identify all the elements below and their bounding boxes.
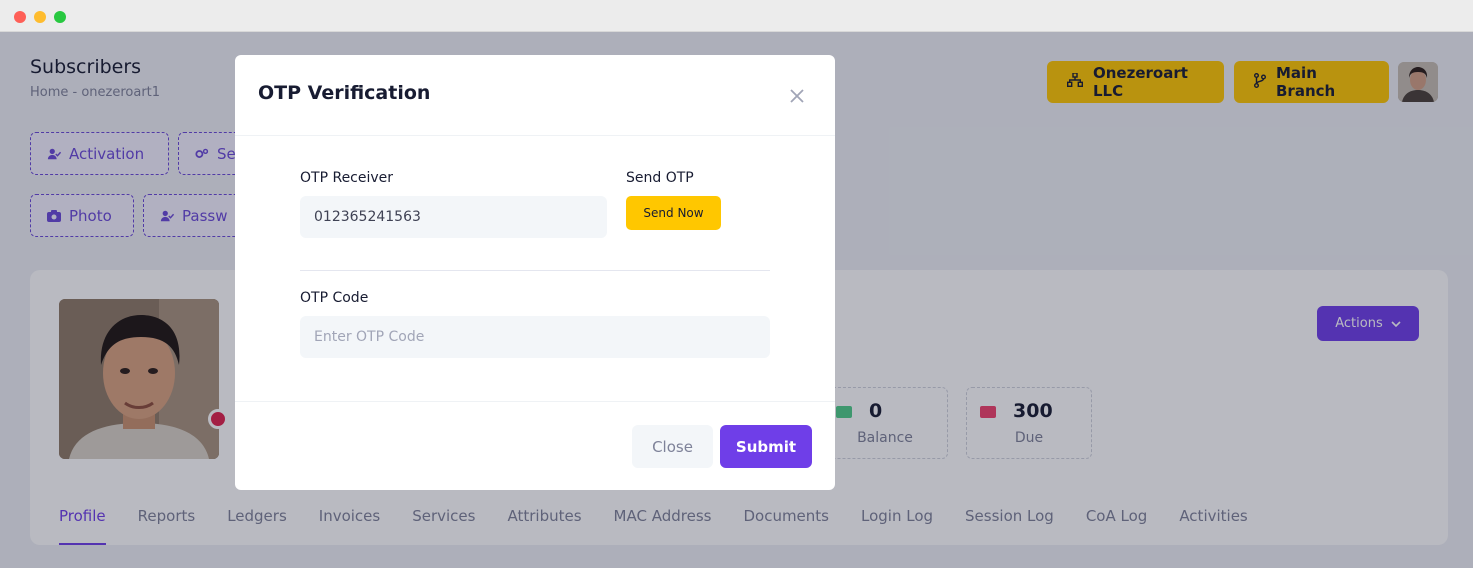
window-maximize-dot[interactable] bbox=[54, 11, 66, 23]
modal-title: OTP Verification bbox=[258, 82, 431, 104]
window-minimize-dot[interactable] bbox=[34, 11, 46, 23]
modal-header-divider bbox=[235, 135, 835, 136]
send-otp-label: Send OTP bbox=[626, 170, 694, 186]
submit-button[interactable]: Submit bbox=[720, 425, 812, 468]
otp-code-input[interactable] bbox=[300, 316, 770, 358]
window-close-dot[interactable] bbox=[14, 11, 26, 23]
close-icon[interactable] bbox=[786, 85, 808, 107]
otp-receiver-input[interactable] bbox=[300, 196, 607, 238]
otp-verification-modal: OTP Verification OTP Receiver Send OTP S… bbox=[235, 55, 835, 490]
form-divider bbox=[300, 270, 770, 271]
send-now-button[interactable]: Send Now bbox=[626, 196, 721, 230]
window-titlebar bbox=[0, 0, 1473, 32]
otp-receiver-label: OTP Receiver bbox=[300, 170, 394, 186]
close-button[interactable]: Close bbox=[632, 425, 713, 468]
otp-code-label: OTP Code bbox=[300, 290, 369, 306]
modal-footer-divider bbox=[235, 401, 835, 402]
